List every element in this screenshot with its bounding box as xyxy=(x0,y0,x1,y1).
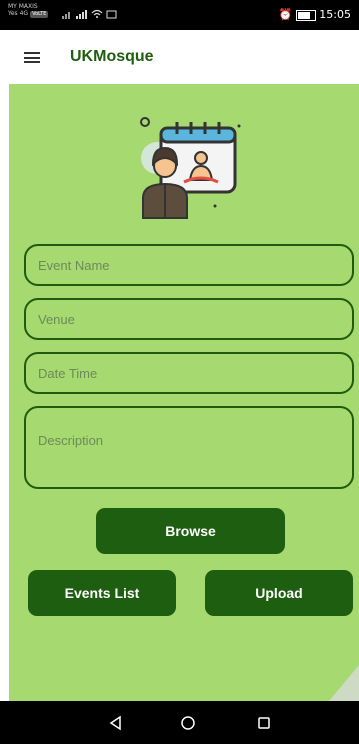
venue-field[interactable] xyxy=(24,298,354,340)
app-title: UKMosque xyxy=(70,48,154,65)
battery-icon xyxy=(296,9,317,21)
date-time-field[interactable] xyxy=(24,352,354,394)
main-content: Browse Events List Upload xyxy=(9,84,359,701)
browse-button[interactable]: Browse xyxy=(96,508,285,554)
corner-watermark-icon xyxy=(329,665,359,705)
carrier-info: MY MAXIS Yes 4G VoLTE xyxy=(8,3,49,18)
navigation-bar xyxy=(0,701,359,744)
status-right: ⏰ 15:05 xyxy=(279,8,351,21)
upload-button[interactable]: Upload xyxy=(205,570,353,616)
alarm-icon: ⏰ xyxy=(278,8,293,21)
event-name-field[interactable] xyxy=(24,244,354,286)
app-bar: UKMosque xyxy=(0,30,359,84)
signal-icon xyxy=(62,8,118,23)
events-list-button[interactable]: Events List xyxy=(28,570,176,616)
description-field[interactable] xyxy=(24,406,354,489)
event-calendar-person-icon xyxy=(140,117,241,219)
home-icon[interactable] xyxy=(158,701,218,744)
back-icon[interactable] xyxy=(86,701,146,744)
status-bar: MY MAXIS Yes 4G VoLTE ⏰ 15:05 xyxy=(0,0,359,30)
clock: 15:05 xyxy=(319,8,351,21)
signal-wifi-icon xyxy=(62,9,117,19)
network-label: Yes 4G VoLTE xyxy=(8,10,49,18)
menu-icon[interactable] xyxy=(24,52,40,63)
volte-badge: VoLTE xyxy=(30,11,49,18)
carrier-name: MY MAXIS xyxy=(8,3,38,10)
recents-icon[interactable] xyxy=(234,701,294,744)
